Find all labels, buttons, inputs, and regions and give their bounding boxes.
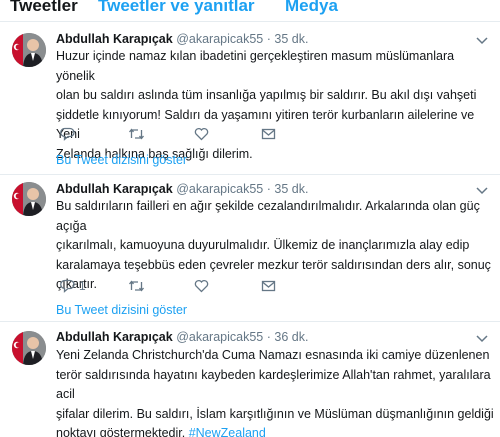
- tweet-line: Huzur içinde namaz kılan ibadetini gerçe…: [56, 49, 455, 83]
- tweet-line: olan bu saldırı aslında tüm insanlığa ya…: [56, 88, 477, 103]
- tweet-line-text: noktayı göstermektedir.: [56, 426, 189, 437]
- tweet-header: Abdullah Karapıçak @akarapicak55 · 35 dk…: [56, 31, 308, 47]
- tweet-item[interactable]: Abdullah Karapıçak @akarapicak55 · 36 dk…: [0, 323, 500, 437]
- envelope-icon: [261, 128, 276, 140]
- chevron-down-icon[interactable]: [476, 334, 488, 344]
- reply-icon: [60, 279, 75, 293]
- tweet-line: şifalar dilerim. Bu saldırı, İslam karşı…: [56, 406, 494, 421]
- show-thread-link[interactable]: Bu Tweet dizisini göster: [56, 303, 187, 317]
- reply-button[interactable]: [60, 127, 79, 141]
- tweet-actions: 1: [56, 279, 296, 295]
- tab-media[interactable]: Medya: [285, 0, 338, 16]
- author-handle[interactable]: @akarapicak55: [176, 330, 263, 344]
- heart-icon: [194, 127, 209, 141]
- direct-message-button[interactable]: [261, 279, 276, 293]
- tweet-text: Huzur içinde namaz kılan ibadetini gerçe…: [56, 47, 496, 165]
- author-handle[interactable]: @akarapicak55: [176, 32, 263, 46]
- tweet-line: çıkarılmalı, kamuoyuna duyurulmalıdır. Ü…: [56, 238, 470, 253]
- retweet-button[interactable]: [128, 279, 145, 293]
- separator-dot: ·: [266, 330, 271, 344]
- tweet-line: karalamaya teşebbüs eden çevreler mezkur…: [56, 257, 491, 272]
- avatar[interactable]: [12, 182, 46, 216]
- tweet-item[interactable]: Abdullah Karapıçak @akarapicak55 · 35 dk…: [0, 176, 500, 322]
- tweet-time[interactable]: 35 dk.: [274, 32, 308, 46]
- heart-icon: [194, 279, 209, 293]
- reply-icon: [60, 127, 75, 141]
- envelope-icon: [261, 280, 276, 292]
- direct-message-button[interactable]: [261, 127, 276, 141]
- tweet-line: terör saldırısında hayatını kaybeden kar…: [56, 367, 491, 402]
- tweet-item[interactable]: Abdullah Karapıçak @akarapicak55 · 35 dk…: [0, 23, 500, 175]
- avatar[interactable]: [12, 33, 46, 67]
- tweet-header: Abdullah Karapıçak @akarapicak55 · 36 dk…: [56, 329, 308, 345]
- author-name[interactable]: Abdullah Karapıçak: [56, 182, 173, 196]
- tweet-time[interactable]: 35 dk.: [274, 182, 308, 196]
- author-handle[interactable]: @akarapicak55: [176, 182, 263, 196]
- tweet-line: noktayı göstermektedir. #NewZealand: [56, 424, 496, 437]
- retweet-button[interactable]: [128, 127, 145, 141]
- tweet-actions: [56, 127, 296, 143]
- tweet-text: Yeni Zelanda Christchurch'da Cuma Namazı…: [56, 346, 496, 437]
- like-button[interactable]: [194, 279, 209, 293]
- tweet-line: Bu saldırıların failleri en ağır şekilde…: [56, 199, 480, 233]
- author-name[interactable]: Abdullah Karapıçak: [56, 330, 173, 344]
- hashtag-link[interactable]: #NewZealand: [189, 426, 266, 437]
- author-name[interactable]: Abdullah Karapıçak: [56, 32, 173, 46]
- avatar[interactable]: [12, 331, 46, 365]
- reply-button[interactable]: 1: [60, 279, 86, 293]
- chevron-down-icon[interactable]: [476, 186, 488, 196]
- separator-dot: ·: [266, 182, 271, 196]
- tweet-time[interactable]: 36 dk.: [274, 330, 308, 344]
- separator-dot: ·: [266, 32, 271, 46]
- reply-count: 1: [79, 279, 86, 293]
- tweet-line: Yeni Zelanda Christchurch'da Cuma Namazı…: [56, 348, 490, 362]
- tab-tweets[interactable]: Tweetler: [10, 0, 78, 16]
- like-button[interactable]: [194, 127, 209, 141]
- chevron-down-icon[interactable]: [476, 36, 488, 46]
- tweet-header: Abdullah Karapıçak @akarapicak55 · 35 dk…: [56, 181, 308, 197]
- tab-tweets-and-replies[interactable]: Tweetler ve yanıtlar: [98, 0, 255, 16]
- profile-tabs: Tweetler Tweetler ve yanıtlar Medya: [0, 0, 500, 22]
- retweet-icon: [128, 280, 145, 292]
- show-thread-link[interactable]: Bu Tweet dizisini göster: [56, 153, 187, 167]
- retweet-icon: [128, 128, 145, 140]
